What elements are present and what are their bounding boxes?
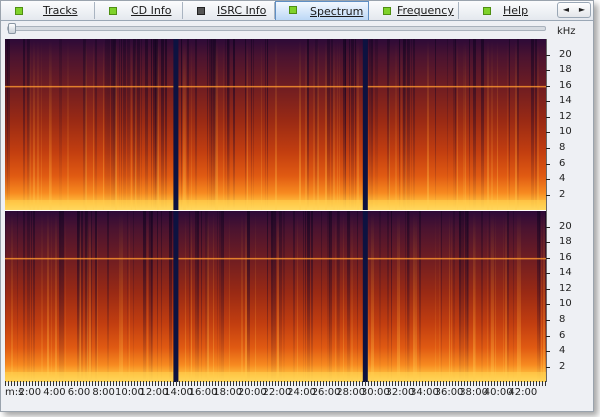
frequency-tick-label: 12	[559, 110, 572, 122]
frequency-tick	[546, 163, 550, 165]
frequency-tick	[546, 320, 550, 321]
frequency-tick	[546, 304, 550, 306]
frequency-tick-label: 16	[559, 251, 572, 263]
frequency-tick	[546, 273, 550, 275]
frequency-tick	[546, 335, 550, 337]
time-tick-label: 8:00	[92, 387, 115, 398]
time-tick-label: 6:00	[67, 387, 91, 398]
spectrogram-channel-lower	[5, 211, 546, 382]
time-tick-label: 42:00	[508, 387, 538, 398]
frequency-tick	[546, 288, 550, 290]
track-boundary	[362, 39, 368, 210]
frequency-tick-label: 18	[559, 64, 572, 76]
frequency-tick-label: 16	[559, 79, 572, 91]
frequency-tick	[546, 194, 550, 196]
time-tick-label: 4:00	[43, 387, 66, 398]
frequency-tick-label: 18	[559, 236, 572, 248]
frequency-tick	[546, 351, 550, 352]
spectrogram-view	[5, 39, 547, 382]
tone-line-16khz	[5, 85, 546, 88]
frequency-tick	[546, 242, 550, 244]
frequency-tick-label: 10	[559, 126, 572, 138]
frequency-tick-label: 8	[559, 142, 566, 153]
frequency-tick	[546, 54, 550, 56]
time-tick-label: 2:00	[18, 387, 42, 398]
time-axis: m:s 2:00 4:00 6:00 8:00 10:00 12:00 14:00 16:00…	[1, 381, 546, 401]
frequency-tick	[546, 366, 550, 368]
frequency-tick	[546, 70, 550, 72]
frequency-tick	[546, 179, 550, 180]
frequency-tick	[546, 116, 550, 118]
frequency-tick	[546, 101, 550, 103]
frequency-tick-label: 2	[559, 360, 566, 372]
axis-line	[546, 39, 547, 382]
track-boundary	[362, 211, 368, 382]
frequency-tick	[546, 257, 550, 259]
frequency-tick-label: 14	[559, 267, 572, 279]
frequency-tick-label: 10	[559, 298, 572, 310]
frequency-tick	[546, 226, 550, 228]
frequency-tick-label: 12	[559, 282, 572, 294]
time-axis-ticks	[5, 381, 546, 386]
cd-analyzer-window: Tracks CD Info ISRC Info Spectrum Freque…	[0, 0, 594, 412]
frequency-tick	[546, 148, 550, 149]
frequency-tick-label: 14	[559, 95, 572, 107]
frequency-tick-label: 6	[559, 157, 566, 169]
frequency-tick-label: 6	[559, 329, 566, 341]
track-boundary	[173, 211, 179, 382]
track-boundary	[173, 39, 179, 210]
frequency-tick	[546, 85, 550, 87]
frequency-tick-label: 8	[559, 314, 566, 325]
frequency-tick	[546, 132, 550, 134]
spectrogram-channel-upper	[5, 39, 546, 210]
frequency-tick-label: 20	[559, 48, 572, 60]
tone-line-16khz	[5, 257, 546, 260]
frequency-tick-label: 20	[559, 220, 572, 232]
frequency-tick-label: 4	[559, 173, 566, 184]
frequency-tick-label: 2	[559, 188, 566, 200]
frequency-tick-label: 4	[559, 345, 566, 356]
